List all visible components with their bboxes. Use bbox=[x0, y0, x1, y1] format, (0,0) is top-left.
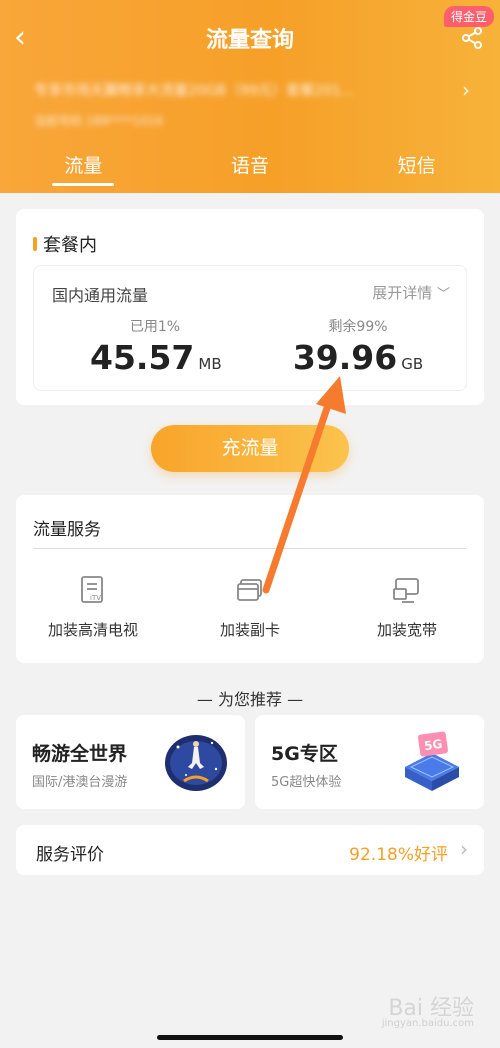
used-label: 已用1% bbox=[129, 319, 181, 335]
section-accent-bar bbox=[33, 237, 37, 251]
review-value: 92.18%好评 bbox=[349, 845, 448, 865]
service-broadband-label: 加装宽带 bbox=[376, 621, 437, 639]
chevron-right-icon[interactable]: › bbox=[462, 78, 470, 102]
recommend-5g-subtitle: 5G超快体验 bbox=[271, 775, 342, 790]
world-travel-icon bbox=[165, 735, 227, 791]
5g-icon: 5G bbox=[405, 731, 459, 791]
service-itv[interactable]: iTV 加装高清电视 bbox=[18, 575, 168, 640]
service-sim-card-label: 加装副卡 bbox=[219, 621, 280, 639]
recommend-heading: — 为您推荐 — bbox=[196, 690, 304, 709]
recommend-world-subtitle: 国际/港澳台漫游 bbox=[32, 775, 128, 790]
chevron-down-icon: ﹀ bbox=[436, 287, 450, 302]
recommend-card-5g[interactable]: 5G专区 5G超快体验 5G bbox=[255, 715, 484, 809]
remaining-unit: GB bbox=[401, 355, 424, 373]
home-indicator[interactable] bbox=[157, 1035, 343, 1040]
used-stat: 已用1% 45.57 MB bbox=[90, 316, 222, 377]
recommend-5g-title: 5G专区 bbox=[271, 743, 338, 765]
chevron-right-icon: › bbox=[460, 837, 468, 861]
service-itv-label: 加装高清电视 bbox=[47, 621, 138, 639]
watermark-sub: jingyan.baidu.com bbox=[381, 1018, 474, 1029]
services-title: 流量服务 bbox=[33, 520, 101, 540]
expand-details-button[interactable]: 展开详情 ﹀ bbox=[372, 282, 450, 303]
tab-data[interactable]: 流量 bbox=[0, 150, 167, 190]
used-unit: MB bbox=[198, 355, 222, 373]
used-value: 45.57 bbox=[90, 338, 195, 377]
tab-sms[interactable]: 短信 bbox=[333, 150, 500, 190]
expand-label: 展开详情 bbox=[372, 284, 433, 302]
review-label: 服务评价 bbox=[36, 845, 104, 865]
domestic-data-panel: 国内通用流量 展开详情 ﹀ 已用1% 45.57 MB 剩余99% 39.96 GB bbox=[33, 265, 467, 391]
itv-icon: iTV bbox=[81, 576, 103, 603]
tab-voice[interactable]: 语音 bbox=[167, 150, 334, 190]
svg-text:5G: 5G bbox=[423, 737, 443, 753]
package-card: 套餐内 国内通用流量 展开详情 ﹀ 已用1% 45.57 MB 剩余99% 39.… bbox=[16, 209, 484, 405]
remaining-stat: 剩余99% 39.96 GB bbox=[288, 316, 428, 377]
svg-text:iTV: iTV bbox=[90, 594, 101, 602]
recommend-card-world[interactable]: 畅游全世界 国际/港澳台漫游 bbox=[16, 715, 245, 809]
page-title: 流量查询 bbox=[205, 28, 294, 53]
broadband-icon bbox=[393, 578, 419, 603]
recharge-data-button[interactable]: 充流量 bbox=[151, 425, 349, 472]
coin-badge[interactable]: 得金豆 bbox=[443, 6, 494, 27]
share-icon[interactable] bbox=[460, 26, 484, 50]
service-sim-card[interactable]: 加装副卡 bbox=[175, 575, 325, 640]
divider bbox=[33, 548, 467, 549]
recommend-world-title: 畅游全世界 bbox=[32, 743, 128, 765]
tab-bar: 流量 语音 短信 bbox=[0, 150, 500, 190]
plan-name[interactable]: 专享市场天翼畅享大流量20GB（99元）套餐201... bbox=[34, 80, 434, 100]
remaining-label: 剩余99% bbox=[328, 319, 388, 335]
sim-card-icon bbox=[237, 579, 262, 601]
remaining-value: 39.96 bbox=[292, 338, 398, 377]
header: ‹ 流量查询 得金豆 专享市场天翼畅享大流量20GB（99元）套餐201... … bbox=[0, 0, 500, 193]
service-review-row[interactable]: 服务评价 92.18%好评 › bbox=[16, 825, 484, 875]
domestic-data-title: 国内通用流量 bbox=[52, 286, 149, 305]
service-broadband[interactable]: 加装宽带 bbox=[332, 575, 482, 640]
phone-number: 当前号码 189****1016 bbox=[34, 114, 164, 128]
data-services-card: 流量服务 iTV 加装高清电视 加装副卡 加装宽带 bbox=[16, 495, 484, 663]
package-section-title: 套餐内 bbox=[43, 235, 97, 256]
